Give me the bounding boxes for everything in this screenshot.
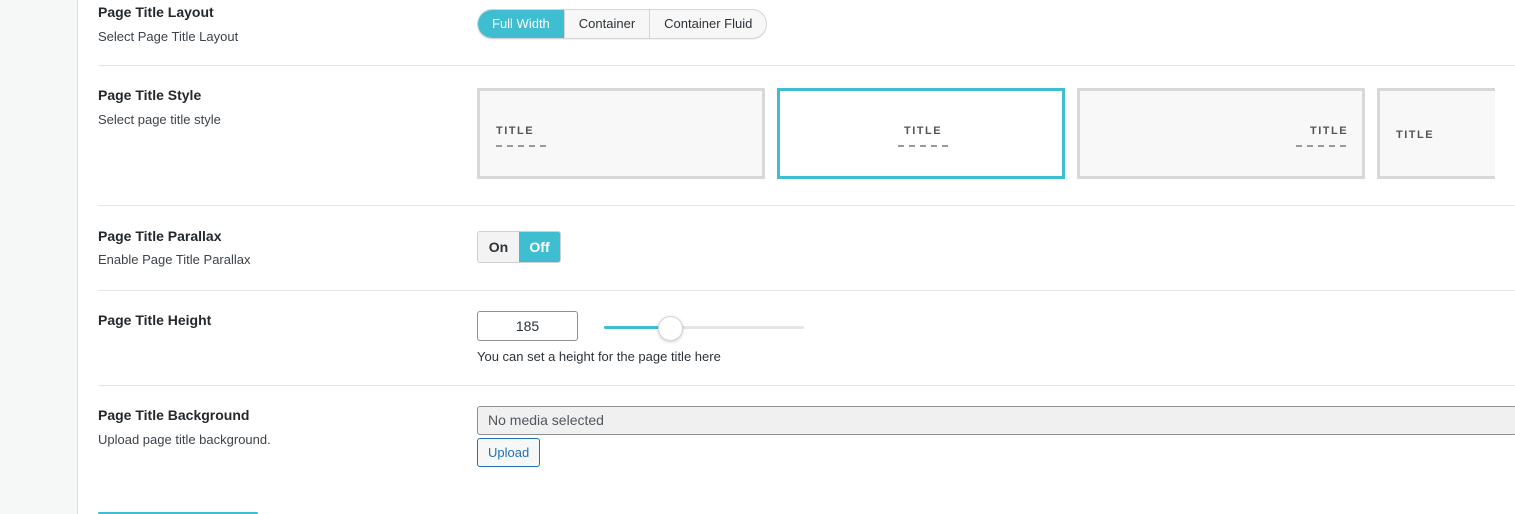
height-slider-track[interactable] <box>604 326 804 329</box>
layout-container-button[interactable]: Container <box>563 10 649 38</box>
layout-full-width-button[interactable]: Full Width <box>478 10 564 38</box>
admin-left-gutter <box>0 0 78 514</box>
page-title-style-desc: Select page title style <box>98 112 221 127</box>
row-page-title-layout: Page Title Layout Select Page Title Layo… <box>98 0 1515 66</box>
layout-container-fluid-button[interactable]: Container Fluid <box>649 10 766 38</box>
tile-title-text: TITLE <box>904 125 943 137</box>
title-style-tile-left[interactable]: TITLE <box>477 88 765 179</box>
page-title-height-input[interactable] <box>477 311 578 341</box>
page-title-parallax-label: Page Title Parallax <box>98 228 222 244</box>
tile-title-text: TITLE <box>496 125 535 137</box>
title-style-tile-right[interactable]: TITLE <box>1077 88 1365 179</box>
media-url-field[interactable]: No media selected <box>477 406 1515 435</box>
page-title-height-label: Page Title Height <box>98 312 212 328</box>
tile-dash-line <box>1296 145 1346 147</box>
parallax-on-button[interactable]: On <box>478 232 519 262</box>
page-title-background-desc: Upload page title background. <box>98 432 271 447</box>
title-style-tile-center[interactable]: TITLE <box>777 88 1065 179</box>
tile-title-text: TITLE <box>1396 129 1435 141</box>
page-title-height-help: You can set a height for the page title … <box>477 349 721 364</box>
row-page-title-parallax: Page Title Parallax Enable Page Title Pa… <box>98 206 1515 291</box>
page-title-layout-desc: Select Page Title Layout <box>98 29 239 44</box>
page-title-parallax-desc: Enable Page Title Parallax <box>98 252 251 267</box>
page-title-style-label: Page Title Style <box>98 87 202 103</box>
title-style-tiles: TITLE TITLE TITLE TITLE <box>477 88 1495 180</box>
upload-button[interactable]: Upload <box>477 438 541 467</box>
title-style-tile-plain[interactable]: TITLE <box>1377 88 1495 179</box>
tile-dash-line <box>898 145 948 147</box>
parallax-toggle-wrap: On Off <box>477 231 561 263</box>
tile-title-text: TITLE <box>1310 125 1349 137</box>
settings-panel: Page Title Layout Select Page Title Layo… <box>78 0 1515 514</box>
height-slider-handle[interactable] <box>657 316 683 341</box>
page-title-background-label: Page Title Background <box>98 407 250 423</box>
layout-button-group: Full Width Container Container Fluid <box>477 9 768 39</box>
layout-button-group-wrap: Full Width Container Container Fluid <box>477 9 768 39</box>
page-title-layout-label: Page Title Layout <box>98 4 214 20</box>
tile-dash-line <box>496 145 546 147</box>
parallax-off-button[interactable]: Off <box>519 232 560 262</box>
parallax-toggle: On Off <box>477 231 561 263</box>
row-page-title-height: Page Title Height <box>98 291 1515 386</box>
